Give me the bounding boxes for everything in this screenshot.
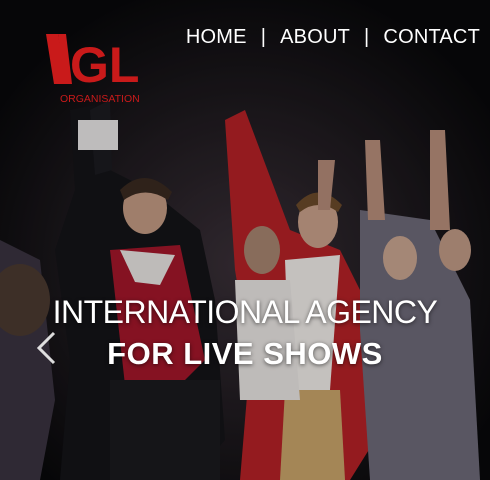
chevron-left-icon[interactable] xyxy=(34,330,58,366)
svg-text:ORGANISATION: ORGANISATION xyxy=(60,93,140,105)
hero-headline-line2: FOR LIVE SHOWS xyxy=(107,336,383,371)
gl-organisation-logo[interactable]: GL ORGANISATION xyxy=(44,26,144,108)
nav-contact[interactable]: CONTACT xyxy=(383,26,480,49)
nav-separator: | xyxy=(260,26,267,48)
nav-about[interactable]: ABOUT xyxy=(280,26,350,49)
hero-headline-line1: INTERNATIONAL AGENCY xyxy=(52,294,438,330)
nav-home[interactable]: HOME xyxy=(186,26,247,49)
svg-text:GL: GL xyxy=(70,37,139,93)
hero-slider: GL ORGANISATION HOME | ABOUT | CONTACT I… xyxy=(0,0,490,480)
main-nav: HOME | ABOUT | CONTACT xyxy=(186,26,480,49)
nav-separator: | xyxy=(364,26,370,48)
